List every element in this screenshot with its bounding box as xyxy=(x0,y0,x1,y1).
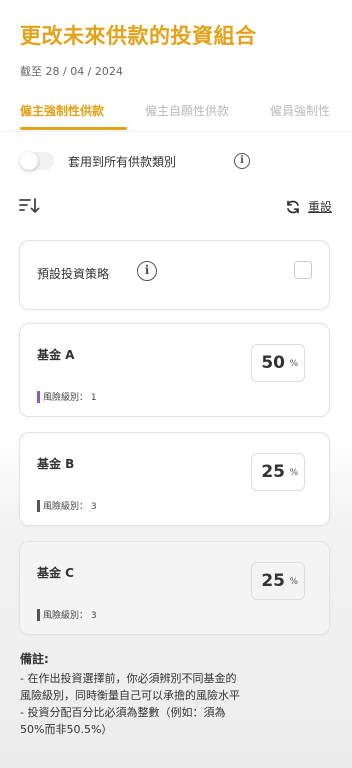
toggle-knob xyxy=(20,152,38,170)
as-of-date: 截至 28 / 04 / 2024 xyxy=(20,65,123,78)
remarks-line: - 在作出投資選擇前，你必須辨別不同基金的 xyxy=(20,672,237,685)
allocation-input[interactable]: 50 % xyxy=(251,344,305,382)
info-icon[interactable]: i xyxy=(234,153,250,169)
remarks-line: - 投資分配百分比必須為整數（例如：須為 xyxy=(20,706,226,719)
default-strategy-checkbox[interactable] xyxy=(294,261,312,279)
default-strategy-label: 預設投資策略 xyxy=(37,267,110,281)
fund-card-c: 基金 C 25 % 風險級別： 3 xyxy=(19,541,330,635)
remarks-section: 備註: - 在作出投資選擇前，你必須辨別不同基金的 風險級別，同時衡量自己可以承… xyxy=(20,651,334,738)
sort-icon[interactable] xyxy=(19,197,41,215)
tab-employee-mandatory[interactable]: 僱員強制性 xyxy=(270,102,330,119)
risk-indicator-bar xyxy=(37,608,40,621)
percent-unit: % xyxy=(289,577,298,587)
remarks-line: 風險級別，同時衡量自己可以承擔的風險水平 xyxy=(20,689,240,702)
risk-level-text: 風險級別： 3 xyxy=(43,611,97,621)
fund-name: 基金 C xyxy=(37,566,74,580)
risk-level: 風險級別： 3 xyxy=(37,604,97,621)
tab-employer-voluntary[interactable]: 僱主自願性供款 xyxy=(145,102,229,119)
allocation-value: 25 xyxy=(261,571,285,591)
reset-button[interactable]: 重設 xyxy=(285,196,332,216)
percent-unit: % xyxy=(289,468,298,478)
risk-level-text: 風險級別： 3 xyxy=(43,502,97,512)
fund-name: 基金 B xyxy=(37,457,75,471)
risk-level-text: 風險級別： 1 xyxy=(43,393,97,403)
allocation-value: 50 xyxy=(261,353,285,373)
default-strategy-card[interactable]: 預設投資策略 i xyxy=(19,240,330,310)
info-icon[interactable]: i xyxy=(137,261,157,281)
fund-card-b: 基金 B 25 % 風險級別： 3 xyxy=(19,432,330,526)
fund-name: 基金 A xyxy=(37,348,75,362)
risk-indicator-bar xyxy=(37,390,40,403)
risk-level: 風險級別： 3 xyxy=(37,495,97,512)
allocation-value: 25 xyxy=(261,462,285,482)
allocation-input[interactable]: 25 % xyxy=(251,562,305,600)
page-title: 更改未來供款的投資組合 xyxy=(20,24,257,48)
refresh-icon xyxy=(287,200,299,213)
remarks-title: 備註: xyxy=(20,652,49,666)
remarks-line: 50%而非50.5%） xyxy=(20,723,113,736)
reset-label: 重設 xyxy=(307,200,332,214)
allocation-input[interactable]: 25 % xyxy=(251,453,305,491)
contribution-tabs: 僱主強制性供款 僱主自願性供款 僱員強制性 xyxy=(0,96,352,132)
tab-employer-mandatory[interactable]: 僱主強制性供款 xyxy=(20,102,104,119)
percent-unit: % xyxy=(289,359,298,369)
active-tab-indicator xyxy=(20,127,127,130)
fund-card-a: 基金 A 50 % 風險級別： 1 xyxy=(19,323,330,417)
apply-all-toggle[interactable] xyxy=(20,152,54,170)
risk-level: 風險級別： 1 xyxy=(37,386,97,403)
apply-all-row: 套用到所有供款類別 i xyxy=(20,150,340,172)
apply-all-label: 套用到所有供款類別 xyxy=(68,155,177,169)
risk-indicator-bar xyxy=(37,499,40,512)
